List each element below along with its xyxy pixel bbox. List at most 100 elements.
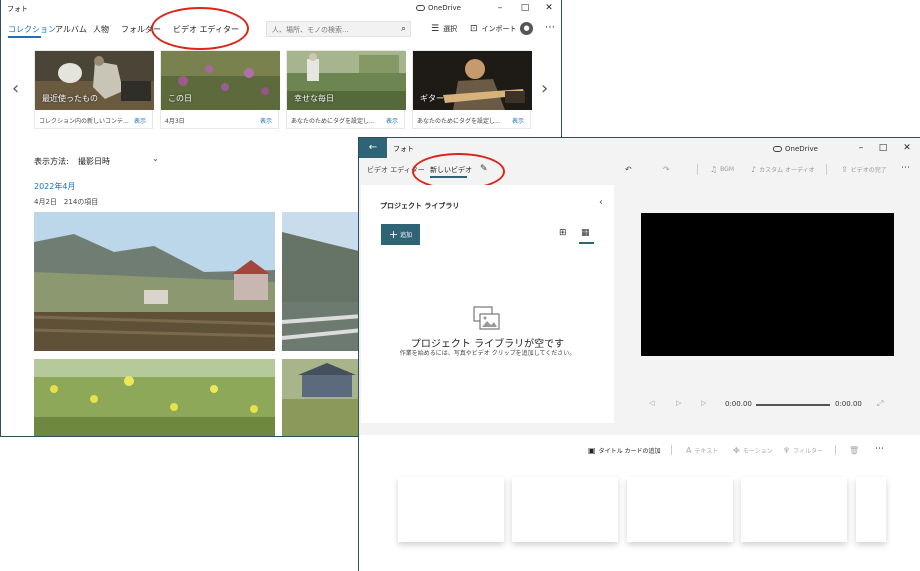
title-card-icon: ▣ [588, 446, 596, 455]
small-grid-view-icon[interactable]: ⊞ [559, 228, 567, 238]
onedrive-status[interactable]: OneDrive [773, 145, 818, 153]
custom-audio-button[interactable]: ♪ カスタム オーディオ [751, 165, 815, 174]
back-arrow-icon[interactable]: ← [359, 138, 387, 158]
play-icon[interactable]: ▷ [676, 399, 681, 407]
card-description: コレクション内の新しいコンテ... [39, 118, 129, 125]
current-time: 0:00.00 [725, 400, 752, 408]
chevron-down-icon[interactable]: ⌄ [152, 154, 159, 163]
previous-arrow-icon[interactable]: ‹ [12, 78, 19, 99]
memory-card[interactable]: この日 4月3日 表示 [160, 50, 280, 129]
toolbar-divider [671, 445, 672, 455]
storyboard-slot[interactable] [627, 477, 733, 542]
import-button[interactable]: ⊡ インポート [470, 24, 517, 34]
photo-thumbnail[interactable] [282, 212, 363, 351]
date-item-count: 4月2日 214の項目 [34, 198, 99, 206]
custom-audio-icon: ♪ [751, 165, 757, 174]
import-label: インポート [481, 25, 517, 33]
tab-albums[interactable]: アルバム [55, 24, 87, 35]
app-title: フォト [393, 145, 414, 153]
next-arrow-icon[interactable]: › [541, 78, 548, 99]
large-grid-view-icon[interactable]: ▦ [581, 228, 590, 238]
search-icon[interactable]: ⌕ [401, 24, 406, 34]
card-description: あなたのためにタグを設定し... [417, 118, 501, 125]
avatar[interactable]: ● [520, 22, 533, 35]
more-icon[interactable]: ⋯ [875, 444, 884, 454]
select-button[interactable]: ☰ 選択 [431, 24, 457, 34]
search-input[interactable]: 人、場所、モノの検索... ⌕ [266, 21, 411, 37]
motion-button[interactable]: ✥ モーション [733, 446, 773, 455]
add-label: 追加 [400, 232, 413, 239]
active-tab-indicator [8, 36, 41, 38]
forward-icon[interactable]: ▷ [701, 399, 706, 407]
maximize-button[interactable]: □ [877, 143, 889, 153]
card-show-link[interactable]: 表示 [134, 116, 146, 125]
trash-icon: 🗑 [849, 446, 860, 455]
empty-library-hint: 作業を始めるには、写真やビデオ クリップを追加してください。 [399, 350, 576, 357]
redo-icon: ↷ [663, 165, 670, 174]
fullscreen-icon[interactable]: ⤢ [877, 399, 883, 409]
more-icon[interactable]: ⋯ [901, 163, 910, 173]
music-note-icon: ♫ [710, 165, 718, 174]
maximize-button[interactable]: □ [519, 3, 531, 13]
text-label: テキスト [694, 448, 719, 455]
app-title: フォト [7, 5, 28, 13]
custom-audio-label: カスタム オーディオ [759, 167, 815, 174]
photo-thumbnail[interactable] [34, 212, 275, 351]
storyboard-slot[interactable] [741, 477, 847, 542]
delete-button[interactable]: 🗑 [849, 446, 859, 455]
text-button[interactable]: A テキスト [686, 446, 718, 455]
card-title: 幸せな毎日 [294, 94, 334, 103]
title-bar: フォト OneDrive – □ ✕ [1, 0, 561, 18]
storyboard-slot[interactable] [512, 477, 618, 542]
text-icon: A [686, 446, 692, 455]
tab-people[interactable]: 人物 [93, 24, 109, 35]
bgm-label: BGM [720, 166, 735, 173]
add-title-card-label: タイトル カードの追加 [598, 448, 661, 455]
card-show-link[interactable]: 表示 [260, 116, 272, 125]
rewind-icon[interactable]: ◁ [649, 399, 654, 407]
project-library-title: プロジェクト ライブラリ [380, 202, 460, 210]
collapse-chevron-icon[interactable]: ‹ [599, 197, 603, 208]
card-description: あなたのためにタグを設定し... [291, 118, 375, 125]
add-title-card-button[interactable]: ▣ タイトル カードの追加 [588, 446, 660, 455]
finish-video-button[interactable]: ⇪ ビデオの完了 [841, 165, 887, 174]
filter-button[interactable]: ♆ フィルター [783, 446, 823, 455]
view-mode-dropdown[interactable]: 撮影日時 [78, 156, 110, 167]
undo-button[interactable]: ↶ [625, 165, 632, 174]
photo-thumbnail[interactable] [282, 359, 363, 436]
card-description: 4月3日 [165, 118, 185, 125]
storyboard-slot[interactable] [856, 477, 886, 542]
finish-video-label: ビデオの完了 [850, 167, 887, 174]
cloud-icon [773, 146, 782, 152]
close-button[interactable]: ✕ [543, 3, 555, 13]
video-editor-window: ← フォト OneDrive – □ ✕ ビデオ エディター › 新しいビデオ … [358, 137, 920, 571]
storyboard: ▣ タイトル カードの追加 A テキスト ✥ モーション ♆ フィルター 🗑 ⋯ [359, 435, 920, 571]
card-show-link[interactable]: 表示 [386, 116, 398, 125]
close-button[interactable]: ✕ [901, 143, 913, 153]
redo-button[interactable]: ↷ [663, 165, 670, 174]
motion-icon: ✥ [733, 446, 740, 455]
filter-label: フィルター [793, 448, 824, 455]
empty-library-icon [473, 306, 501, 336]
card-show-link[interactable]: 表示 [512, 116, 524, 125]
bgm-button[interactable]: ♫ BGM [710, 165, 734, 174]
more-icon[interactable]: ⋯ [545, 22, 555, 33]
memory-card[interactable]: 幸せな毎日 あなたのためにタグを設定し... 表示 [286, 50, 406, 129]
video-preview[interactable] [641, 213, 894, 356]
search-placeholder: 人、場所、モノの検索... [272, 26, 349, 34]
storyboard-slot[interactable] [398, 477, 504, 542]
onedrive-status[interactable]: OneDrive [416, 4, 461, 12]
toolbar-divider [826, 164, 827, 175]
memory-card[interactable]: 最近使ったもの コレクション内の新しいコンテ... 表示 [34, 50, 154, 129]
minimize-button[interactable]: – [494, 3, 506, 13]
tab-collection[interactable]: コレクション [8, 24, 56, 35]
seek-slider[interactable] [756, 404, 830, 406]
minimize-button[interactable]: – [855, 143, 867, 153]
total-time: 0:00.00 [835, 400, 862, 408]
add-media-button[interactable]: + 追加 [381, 224, 420, 245]
project-library-panel: プロジェクト ライブラリ ‹ + 追加 ⊞ ▦ プロジェクト ライブラリが空です… [361, 185, 614, 423]
memory-card[interactable]: ギター あなたのためにタグを設定し... 表示 [412, 50, 532, 129]
photo-thumbnail[interactable] [34, 359, 275, 436]
toolbar-divider [835, 445, 836, 455]
filter-icon: ♆ [783, 446, 791, 455]
